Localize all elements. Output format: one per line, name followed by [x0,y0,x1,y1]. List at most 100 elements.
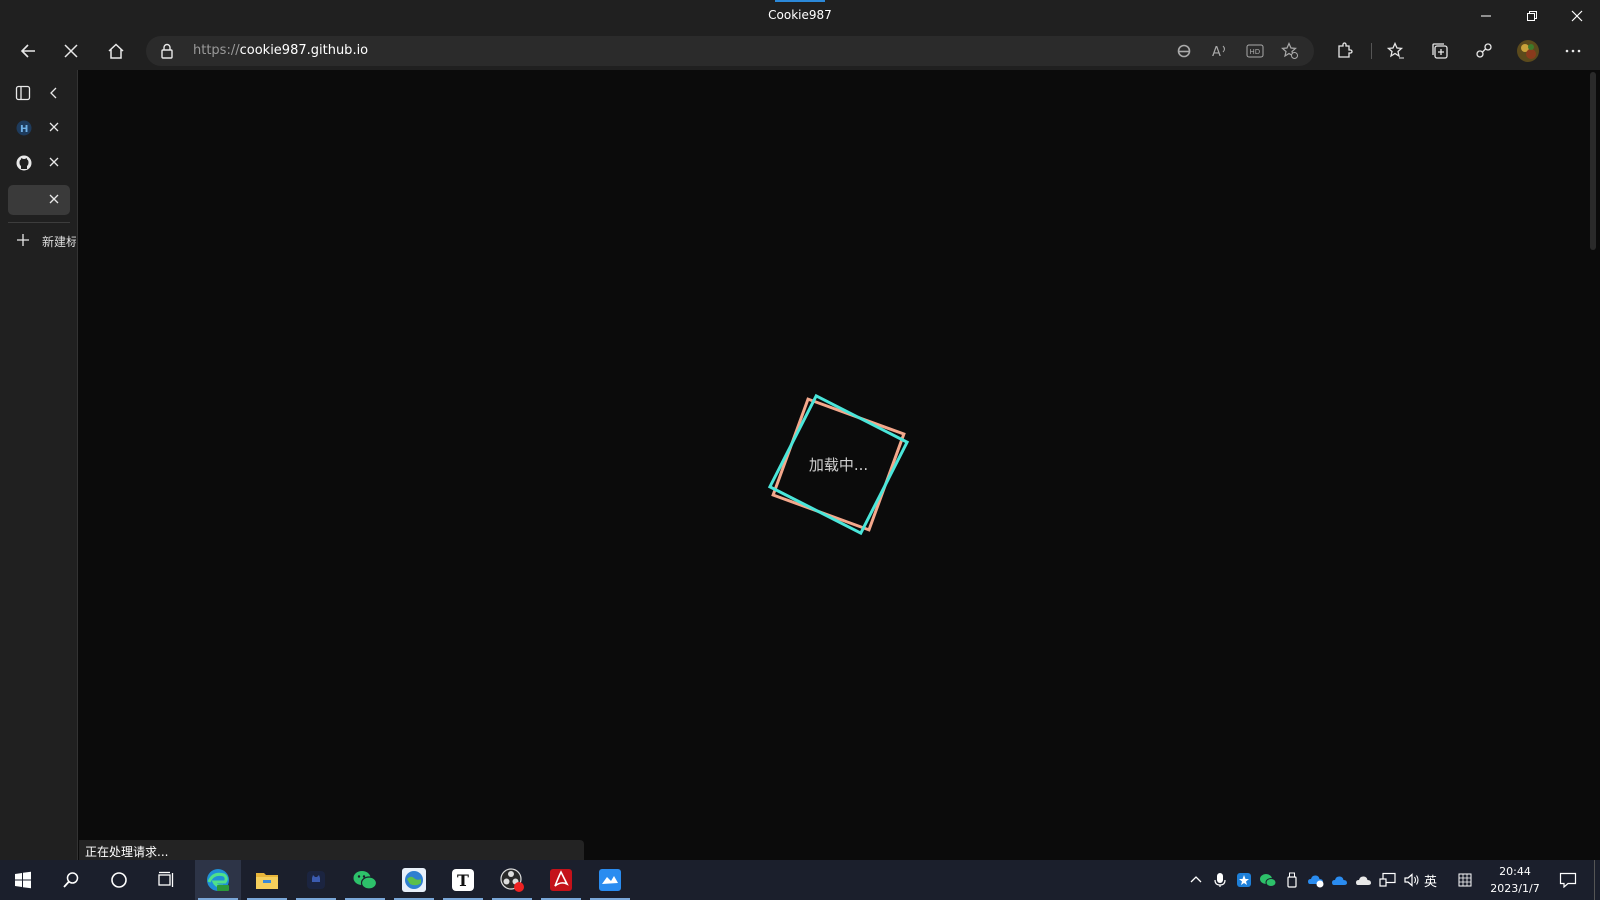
search-icon [63,872,79,888]
lock-icon[interactable] [160,43,174,59]
tray-usb[interactable] [1282,870,1302,890]
taskbar-app-cat[interactable] [293,860,339,900]
microphone-icon [1214,873,1226,887]
typora-icon: T [452,869,474,891]
taskbar-app-file-explorer[interactable] [244,860,290,900]
close-window-button[interactable] [1554,0,1600,32]
minimize-icon [1481,15,1491,17]
taskbar-app-acrobat[interactable] [538,860,584,900]
ime-grid-icon [1458,873,1472,887]
vertical-tabs-sidebar: H 新建标签页 [0,70,78,860]
cloud-icon [1356,876,1371,885]
show-desktop-button[interactable] [1594,860,1595,900]
acrobat-icon [550,869,572,891]
notification-icon [1559,872,1577,888]
tray-onedrive[interactable] [1330,870,1350,890]
window-title: Cookie987 [768,8,832,22]
more-button[interactable] [1557,35,1589,67]
title-bar: Cookie987 [0,0,1600,32]
clock-date: 2023/1/7 [1490,882,1540,895]
restore-button[interactable] [1509,0,1555,32]
tab-actions-button[interactable] [15,85,31,105]
taskbar-app-typora[interactable]: T [440,860,486,900]
back-arrow-icon [20,44,35,58]
sidebar-tab-2[interactable] [8,148,70,178]
add-favorite-button[interactable] [1280,41,1300,61]
new-tab-label: 新建标签页 [42,235,76,249]
usb-icon [1287,872,1297,888]
tray-cloud[interactable] [1354,870,1374,890]
taskbar-clock[interactable]: 20:44 2023/1/7 [1480,863,1550,897]
more-icon [1565,49,1581,53]
internet-explorer-mode-icon [1177,44,1191,58]
search-button[interactable] [48,860,94,900]
browser-globe-icon [402,868,426,892]
tray-app[interactable] [1234,870,1254,890]
ime-language-indicator[interactable]: 英 [1424,871,1437,890]
close-tab-button[interactable] [46,191,62,207]
tray-onedrive-sync[interactable] [1306,870,1326,890]
cortana-button[interactable] [96,860,142,900]
collapse-sidebar-button[interactable] [47,85,61,105]
minimize-button[interactable] [1463,0,1509,32]
favorites-button[interactable] [1380,35,1412,67]
close-tab-button[interactable] [46,154,62,170]
tray-network[interactable] [1378,870,1398,890]
favorites-icon [1387,42,1404,59]
app-cat-icon [307,871,325,889]
address-bar[interactable]: https://cookie987.github.io A HD [146,36,1314,66]
tray-wechat[interactable] [1258,870,1278,890]
browser-toolbar: https://cookie987.github.io A HD [0,32,1600,70]
video-hd-icon: HD [1246,44,1264,58]
page-scrollbar[interactable] [1590,72,1596,250]
extensions-icon [1338,42,1353,58]
edge-icon [207,869,229,891]
share-button[interactable] [1468,35,1500,67]
read-aloud-icon: A [1212,45,1225,59]
taskbar-app-edge[interactable] [195,860,241,900]
tray-microphone[interactable] [1210,870,1230,890]
plus-icon [17,234,29,246]
show-hidden-icons-button[interactable] [1186,870,1206,890]
sidebar-tab-active[interactable] [8,185,70,215]
restore-icon [1527,11,1537,21]
chevron-left-icon [50,87,57,99]
home-icon [108,43,124,59]
chevron-up-icon [1190,876,1202,883]
url-text[interactable]: https://cookie987.github.io [193,43,368,58]
back-button[interactable] [12,35,44,67]
taskbar-app-feishu[interactable] [587,860,633,900]
taskbar-app-browser[interactable] [391,860,437,900]
stop-loading-icon [64,44,78,58]
close-icon [49,194,59,204]
clock-time: 20:44 [1499,865,1531,878]
ie-mode-button[interactable] [1174,41,1194,61]
task-view-button[interactable] [144,860,190,900]
read-aloud-button[interactable]: A [1210,41,1230,61]
taskbar-app-obs[interactable] [489,860,535,900]
sidebar-tab-1[interactable]: H [8,113,70,143]
wechat-icon [353,871,378,890]
video-hd-button[interactable]: HD [1245,41,1265,61]
home-button[interactable] [100,35,132,67]
tray-volume[interactable] [1402,870,1422,890]
collections-button[interactable] [1424,35,1456,67]
onedrive-icon [1332,876,1347,885]
extensions-button[interactable] [1328,35,1360,67]
network-icon [1379,872,1396,887]
toolbar-divider [1371,43,1372,59]
loading-spinner: 加载中... [761,387,916,542]
taskbar-app-wechat[interactable] [342,860,388,900]
action-center-button[interactable] [1558,870,1578,890]
profile-button[interactable] [1512,35,1544,67]
close-icon [49,122,59,132]
start-icon [15,871,31,889]
new-tab-button[interactable]: 新建标签页 [8,227,76,255]
tab-actions-icon [15,85,31,101]
close-tab-button[interactable] [46,119,62,135]
ime-mode-button[interactable] [1455,870,1475,890]
stop-loading-button[interactable] [55,35,87,67]
share-icon [1476,43,1492,58]
h-site-favicon: H [16,120,32,136]
start-button[interactable] [0,860,46,900]
